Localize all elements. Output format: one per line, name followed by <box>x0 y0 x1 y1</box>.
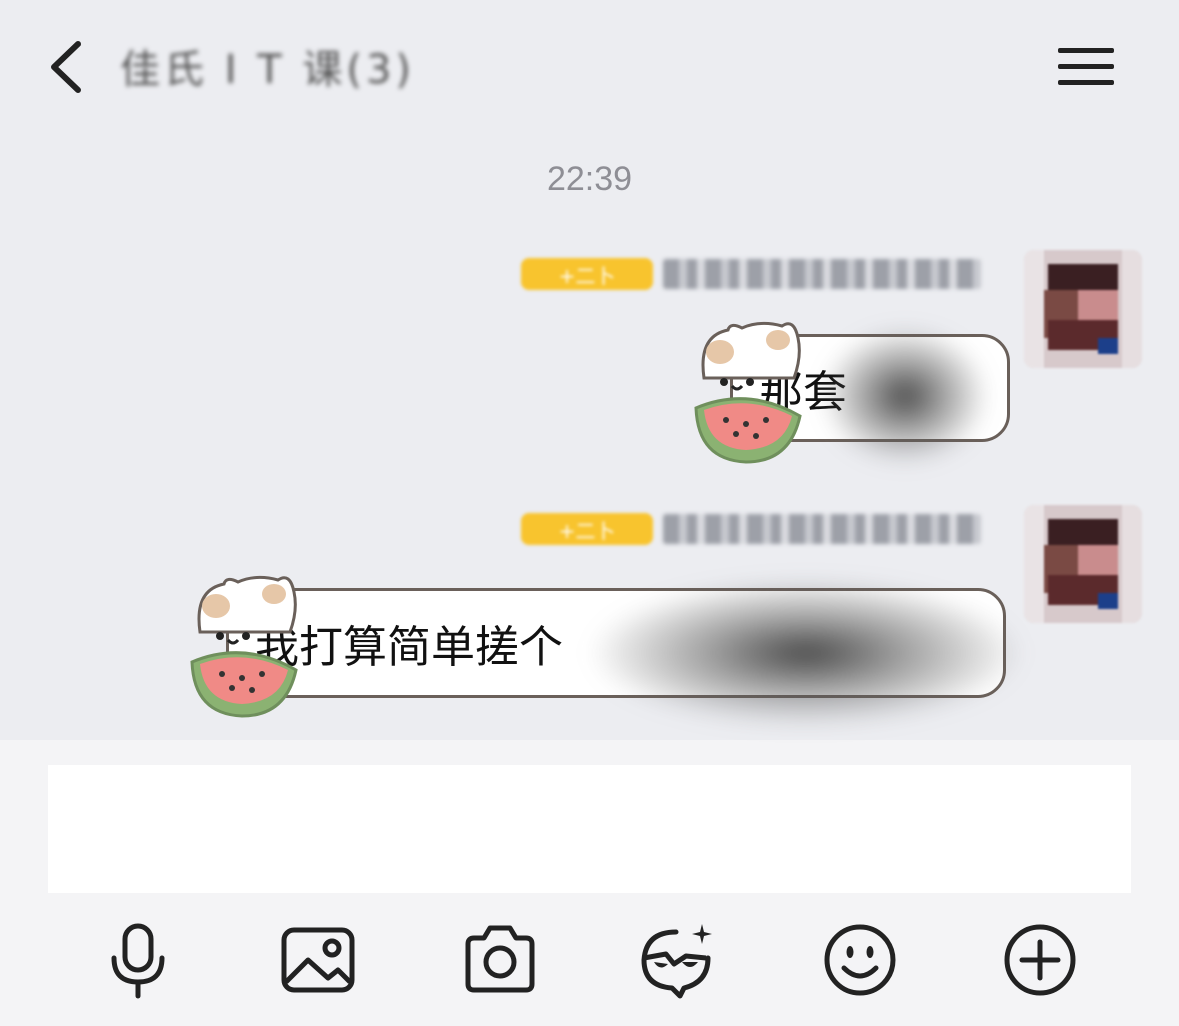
message-meta: +二卜 <box>521 257 981 291</box>
chevron-left-icon <box>51 41 81 93</box>
sender-name <box>663 259 981 289</box>
menu-button[interactable] <box>1056 44 1118 90</box>
image-icon <box>281 927 355 993</box>
photo-button[interactable] <box>278 920 358 1000</box>
watermelon-cat-sticker <box>694 321 802 464</box>
message-input[interactable] <box>48 765 1131 893</box>
message-bubble[interactable]: 我打算简单搓个 <box>186 570 1056 730</box>
sticker-icon <box>641 924 712 999</box>
camera-icon <box>465 925 535 993</box>
hamburger-menu-icon <box>1058 48 1114 85</box>
more-button[interactable] <box>1000 920 1080 1000</box>
emoji-icon <box>824 924 896 996</box>
plus-circle-icon <box>1004 924 1076 996</box>
sticker-button[interactable] <box>636 920 716 1000</box>
message-meta: +二卜 <box>521 512 981 546</box>
avatar[interactable] <box>1024 250 1142 368</box>
message-bubble[interactable]: 那套 <box>690 316 1020 466</box>
member-badge: +二卜 <box>521 258 653 290</box>
camera-button[interactable] <box>460 920 540 1000</box>
chat-title: 佳氏 I T 课(3) <box>120 47 416 93</box>
sender-name <box>663 514 981 544</box>
watermelon-cat-sticker <box>190 575 298 718</box>
microphone-icon <box>111 923 165 999</box>
chat-header: 佳氏 I T 课(3) <box>0 0 1179 140</box>
composer-area <box>0 740 1179 1026</box>
message-timestamp: 22:39 <box>546 160 633 198</box>
back-button[interactable] <box>44 38 92 96</box>
composer-toolbar <box>0 920 1179 1000</box>
emoji-button[interactable] <box>820 920 900 1000</box>
voice-button[interactable] <box>98 920 178 1000</box>
member-badge: +二卜 <box>521 513 653 545</box>
